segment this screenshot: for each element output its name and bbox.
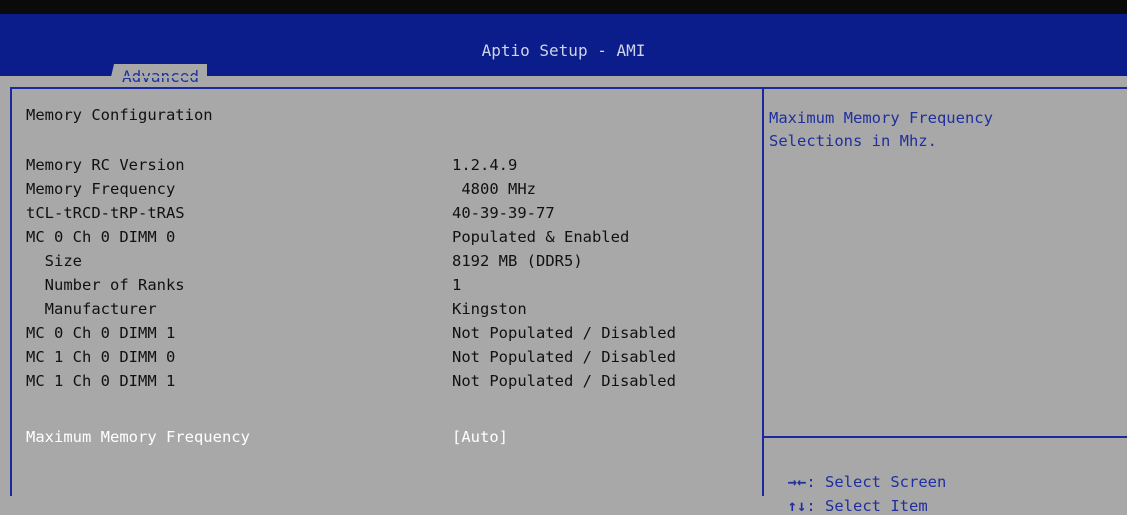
row-value-timings: 40-39-39-77 [452,204,555,222]
row-label-ranks: Number of Ranks [26,276,185,294]
row-label-mc0-ch0-dimm1: MC 0 Ch 0 DIMM 1 [26,324,176,342]
row-label-memory-frequency: Memory Frequency [26,180,176,198]
key-hint-select-item-text: : Select Item [806,497,928,515]
header-divider [0,76,1127,78]
max-memory-frequency-option[interactable]: Maximum Memory Frequency [26,428,250,446]
help-line-1: Maximum Memory Frequency [769,109,993,127]
max-memory-frequency-value[interactable]: [Auto] [452,428,508,446]
row-label-manufacturer: Manufacturer [26,300,157,318]
bios-title: Aptio Setup - AMI [481,41,646,60]
row-label-size: Size [26,252,82,270]
row-value-rc-version: 1.2.4.9 [452,156,518,174]
row-label-mc1-ch0-dimm1: MC 1 Ch 0 DIMM 1 [26,372,176,390]
row-value-memory-frequency: 4800 MHz [452,180,536,198]
row-value-mc0-ch0-dimm0: Populated & Enabled [452,228,630,246]
arrow-up-down-icon: ↑↓ [787,497,807,515]
row-value-mc1-ch0-dimm0: Not Populated / Disabled [452,348,676,366]
row-value-manufacturer: Kingston [452,300,527,318]
help-line-2: Selections in Mhz. [769,132,937,150]
row-value-size: 8192 MB (DDR5) [452,252,583,270]
row-label-mc1-ch0-dimm0: MC 1 Ch 0 DIMM 0 [26,348,176,366]
row-label-timings: tCL-tRCD-tRP-tRAS [26,204,185,222]
top-black-strip [0,0,1127,14]
bios-header: Aptio Setup - AMI Advanced [0,14,1127,90]
help-panel-separator [762,89,764,496]
help-keys-separator [764,436,1127,438]
row-value-mc0-ch0-dimm1: Not Populated / Disabled [452,324,676,342]
row-label-mc0-ch0-dimm0: MC 0 Ch 0 DIMM 0 [26,228,176,246]
section-title: Memory Configuration [26,106,213,124]
row-label-rc-version: Memory RC Version [26,156,185,174]
key-hint-select-item: ↑↓: Select Item [769,479,928,515]
row-value-ranks: 1 [452,276,462,294]
row-value-mc1-ch0-dimm1: Not Populated / Disabled [452,372,676,390]
